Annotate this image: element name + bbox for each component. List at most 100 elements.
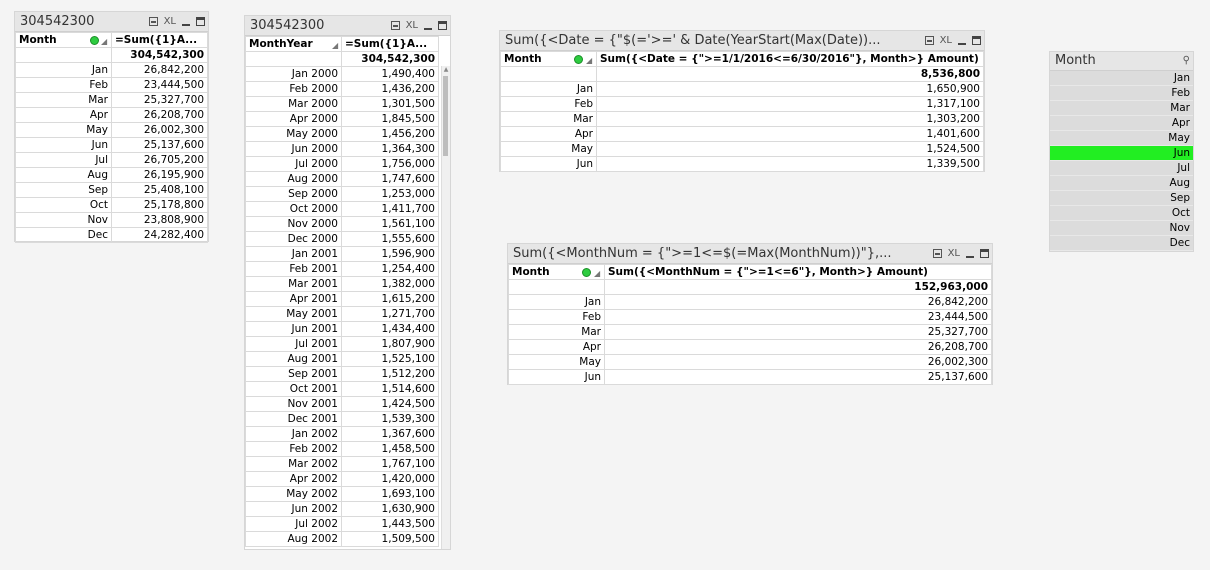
- caption-bar[interactable]: 304542300 XL: [245, 16, 450, 36]
- table-row[interactable]: Aug 26,195,900: [15, 167, 208, 183]
- table-row[interactable]: Jul 2002 1,443,500: [245, 516, 439, 532]
- search-dot-icon[interactable]: [574, 55, 583, 64]
- listbox-item-mar[interactable]: Mar: [1050, 101, 1193, 116]
- row-dimension[interactable]: May: [508, 354, 605, 370]
- print-icon[interactable]: [148, 17, 158, 26]
- listbox-item-apr[interactable]: Apr: [1050, 116, 1193, 131]
- row-dimension[interactable]: Jun: [500, 156, 597, 172]
- table-row[interactable]: Mar 25,327,700: [508, 324, 992, 340]
- row-dimension[interactable]: Nov 2000: [245, 216, 342, 232]
- row-dimension[interactable]: Jan: [15, 62, 112, 78]
- table-row[interactable]: Dec 2001 1,539,300: [245, 411, 439, 427]
- listbox-item-aug[interactable]: Aug: [1050, 176, 1193, 191]
- row-dimension[interactable]: Sep 2001: [245, 366, 342, 382]
- row-dimension[interactable]: Jan 2001: [245, 246, 342, 262]
- table-row[interactable]: Mar 2000 1,301,500: [245, 96, 439, 112]
- table-row[interactable]: Jun 25,137,600: [15, 137, 208, 153]
- excel-icon[interactable]: XL: [948, 248, 960, 259]
- table-row[interactable]: Feb 1,317,100: [500, 96, 984, 112]
- table-row[interactable]: Jun 2002 1,630,900: [245, 501, 439, 517]
- row-dimension[interactable]: Feb: [500, 96, 597, 112]
- table-row[interactable]: Dec 24,282,400: [15, 227, 208, 243]
- table-row[interactable]: May 2001 1,271,700: [245, 306, 439, 322]
- table-row[interactable]: Nov 23,808,900: [15, 212, 208, 228]
- row-dimension[interactable]: Mar: [500, 111, 597, 127]
- search-dot-icon[interactable]: [90, 36, 99, 45]
- table-row[interactable]: Oct 2000 1,411,700: [245, 201, 439, 217]
- row-dimension[interactable]: Aug 2002: [245, 531, 342, 547]
- row-dimension[interactable]: May 2002: [245, 486, 342, 502]
- search-dot-icon[interactable]: [582, 268, 591, 277]
- table-row[interactable]: Apr 2000 1,845,500: [245, 111, 439, 127]
- table-row[interactable]: Jan 2000 1,490,400: [245, 66, 439, 82]
- listbox-item-nov[interactable]: Nov: [1050, 221, 1193, 236]
- table-row[interactable]: Feb 2000 1,436,200: [245, 81, 439, 97]
- maximize-icon[interactable]: [972, 36, 981, 45]
- table-row[interactable]: Nov 2000 1,561,100: [245, 216, 439, 232]
- listbox-item-oct[interactable]: Oct: [1050, 206, 1193, 221]
- listbox-item-feb[interactable]: Feb: [1050, 86, 1193, 101]
- table-row[interactable]: Feb 23,444,500: [15, 77, 208, 93]
- row-dimension[interactable]: Mar 2001: [245, 276, 342, 292]
- row-dimension[interactable]: May 2000: [245, 126, 342, 142]
- row-dimension[interactable]: Nov: [15, 212, 112, 228]
- row-dimension[interactable]: Jun: [15, 137, 112, 153]
- column-header-monthyear[interactable]: MonthYear ◢: [245, 36, 342, 52]
- table-row[interactable]: Jan 2002 1,367,600: [245, 426, 439, 442]
- row-dimension[interactable]: Nov 2001: [245, 396, 342, 412]
- table-row[interactable]: Mar 2001 1,382,000: [245, 276, 439, 292]
- sort-arrow-icon[interactable]: ◢: [101, 35, 107, 47]
- table-row[interactable]: Nov 2001 1,424,500: [245, 396, 439, 412]
- sort-arrow-icon[interactable]: ◢: [586, 54, 592, 66]
- caption-bar[interactable]: Sum({<MonthNum = {">=1<=$(=Max(MonthNum)…: [508, 244, 992, 264]
- scroll-up-arrow-icon[interactable]: ▲: [442, 66, 450, 73]
- minimize-icon[interactable]: [182, 23, 190, 26]
- table-row[interactable]: Apr 1,401,600: [500, 126, 984, 142]
- row-dimension[interactable]: Mar 2002: [245, 456, 342, 472]
- table-row[interactable]: Apr 26,208,700: [508, 339, 992, 355]
- row-dimension[interactable]: Feb: [15, 77, 112, 93]
- table-row[interactable]: Jun 1,339,500: [500, 156, 984, 172]
- table-row[interactable]: Apr 2002 1,420,000: [245, 471, 439, 487]
- print-icon[interactable]: [924, 36, 934, 45]
- row-dimension[interactable]: Jan 2000: [245, 66, 342, 82]
- vertical-scrollbar[interactable]: ▲: [441, 66, 450, 549]
- caption-bar[interactable]: 304542300 XL: [15, 12, 208, 32]
- row-dimension[interactable]: Feb 2001: [245, 261, 342, 277]
- row-dimension[interactable]: Aug 2000: [245, 171, 342, 187]
- table-row[interactable]: Jul 2000 1,756,000: [245, 156, 439, 172]
- row-dimension[interactable]: Oct 2001: [245, 381, 342, 397]
- row-dimension[interactable]: Feb 2000: [245, 81, 342, 97]
- row-dimension[interactable]: Aug 2001: [245, 351, 342, 367]
- table-row[interactable]: Jul 26,705,200: [15, 152, 208, 168]
- row-dimension[interactable]: Dec 2000: [245, 231, 342, 247]
- row-dimension[interactable]: May: [500, 141, 597, 157]
- table-row[interactable]: Jan 1,650,900: [500, 81, 984, 97]
- table-row[interactable]: May 26,002,300: [15, 122, 208, 138]
- column-header-month[interactable]: Month ◢: [508, 264, 605, 280]
- table-row[interactable]: Oct 2001 1,514,600: [245, 381, 439, 397]
- row-dimension[interactable]: Feb: [508, 309, 605, 325]
- minimize-icon[interactable]: [424, 27, 432, 30]
- row-dimension[interactable]: Apr 2002: [245, 471, 342, 487]
- maximize-icon[interactable]: [196, 17, 205, 26]
- column-header-expression[interactable]: =Sum({1}A...: [341, 36, 439, 52]
- table-row[interactable]: Jan 2001 1,596,900: [245, 246, 439, 262]
- row-dimension[interactable]: May 2001: [245, 306, 342, 322]
- listbox-item-jun[interactable]: Jun: [1050, 146, 1193, 161]
- row-dimension[interactable]: Oct 2000: [245, 201, 342, 217]
- row-dimension[interactable]: Dec: [15, 227, 112, 243]
- row-dimension[interactable]: Mar: [15, 92, 112, 108]
- table-row[interactable]: Jun 2000 1,364,300: [245, 141, 439, 157]
- row-dimension[interactable]: Apr 2001: [245, 291, 342, 307]
- table-row[interactable]: Jun 25,137,600: [508, 369, 992, 385]
- row-dimension[interactable]: Jul 2000: [245, 156, 342, 172]
- caption-bar[interactable]: Sum({<Date = {"$(='>=' & Date(YearStart(…: [500, 31, 984, 51]
- table-row[interactable]: Feb 23,444,500: [508, 309, 992, 325]
- table-row[interactable]: Sep 2001 1,512,200: [245, 366, 439, 382]
- row-dimension[interactable]: Mar 2000: [245, 96, 342, 112]
- sort-arrow-icon[interactable]: ◢: [594, 267, 600, 279]
- excel-icon[interactable]: XL: [940, 35, 952, 46]
- table-row[interactable]: Jun 2001 1,434,400: [245, 321, 439, 337]
- listbox-item-jan[interactable]: Jan: [1050, 71, 1193, 86]
